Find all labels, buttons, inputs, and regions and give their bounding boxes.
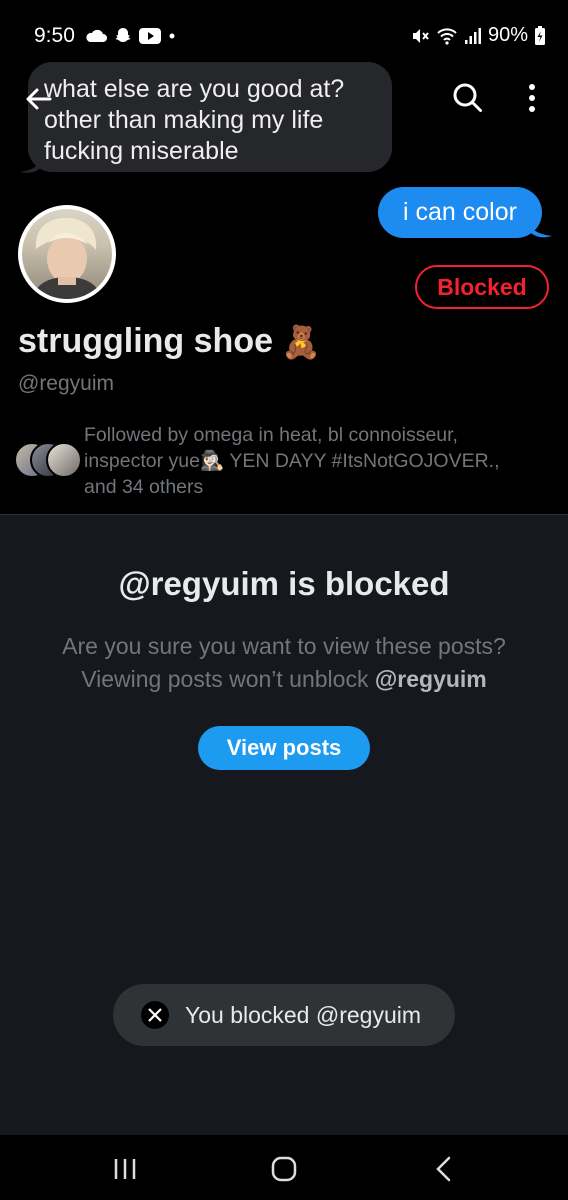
blocked-description: Are you sure you want to view these post…: [20, 630, 548, 696]
banner-blue-text: i can color: [403, 198, 517, 226]
signal-icon: [464, 27, 481, 44]
display-name-text: struggling shoe: [18, 322, 273, 360]
blocked-title: @regyuim is blocked: [118, 565, 450, 602]
avatar-face-illustration: [32, 217, 102, 299]
profile-handle: @regyuim: [18, 372, 115, 395]
toast-text: You blocked @regyuim: [185, 1001, 422, 1028]
mute-icon: [412, 28, 429, 43]
bubble-tail-right: [528, 218, 552, 238]
dot-icon: [169, 33, 175, 39]
back-arrow-icon[interactable]: [22, 82, 56, 116]
blocked-description-line2: Viewing posts won’t unblock @regyuim: [20, 663, 548, 696]
profile-display-name: struggling shoe 🧸: [18, 322, 321, 361]
follower-avatar: [46, 442, 82, 478]
status-left-icons: [84, 26, 177, 46]
followers-you-know-avatars[interactable]: [14, 442, 82, 478]
status-right: 90%: [410, 24, 546, 47]
battery-charging-icon: [535, 25, 545, 45]
home-icon[interactable]: [270, 1155, 298, 1183]
line2-handle: @regyuim: [374, 666, 487, 692]
blocked-toast: You blocked @regyuim: [113, 984, 455, 1046]
battery-percent: 90%: [487, 24, 528, 46]
blocked-description-line1: Are you sure you want to view these post…: [62, 633, 506, 659]
profile-avatar[interactable]: [18, 205, 116, 303]
teddy-bear-emoji: 🧸: [281, 323, 321, 360]
cloud-icon: [86, 29, 107, 42]
bubble-tail-left: [20, 154, 42, 173]
recent-apps-icon[interactable]: [112, 1157, 138, 1181]
more-vertical-icon[interactable]: [520, 80, 544, 116]
view-posts-button[interactable]: View posts: [198, 726, 370, 770]
status-time: 9:50: [34, 24, 75, 47]
back-icon[interactable]: [434, 1156, 454, 1182]
line2-prefix: Viewing posts won’t unblock: [81, 666, 375, 692]
youtube-icon: [139, 28, 161, 44]
android-nav-bar: [0, 1135, 568, 1200]
banner-gray-text: what else are you good at? other than ma…: [44, 75, 345, 165]
followed-by-text[interactable]: Followed by omega in heat, bl connoisseu…: [84, 422, 524, 500]
banner-gray-message-bubble: what else are you good at? other than ma…: [28, 62, 392, 172]
banner-blue-message-bubble: i can color: [378, 187, 542, 238]
avatar-photo: [22, 209, 112, 299]
x-logo-icon: [141, 1001, 169, 1029]
search-icon[interactable]: [450, 80, 486, 116]
status-bar: 9:50 90%: [0, 0, 568, 60]
blocked-button[interactable]: Blocked: [415, 265, 549, 309]
snapchat-icon: [115, 28, 131, 42]
wifi-icon: [437, 27, 457, 45]
